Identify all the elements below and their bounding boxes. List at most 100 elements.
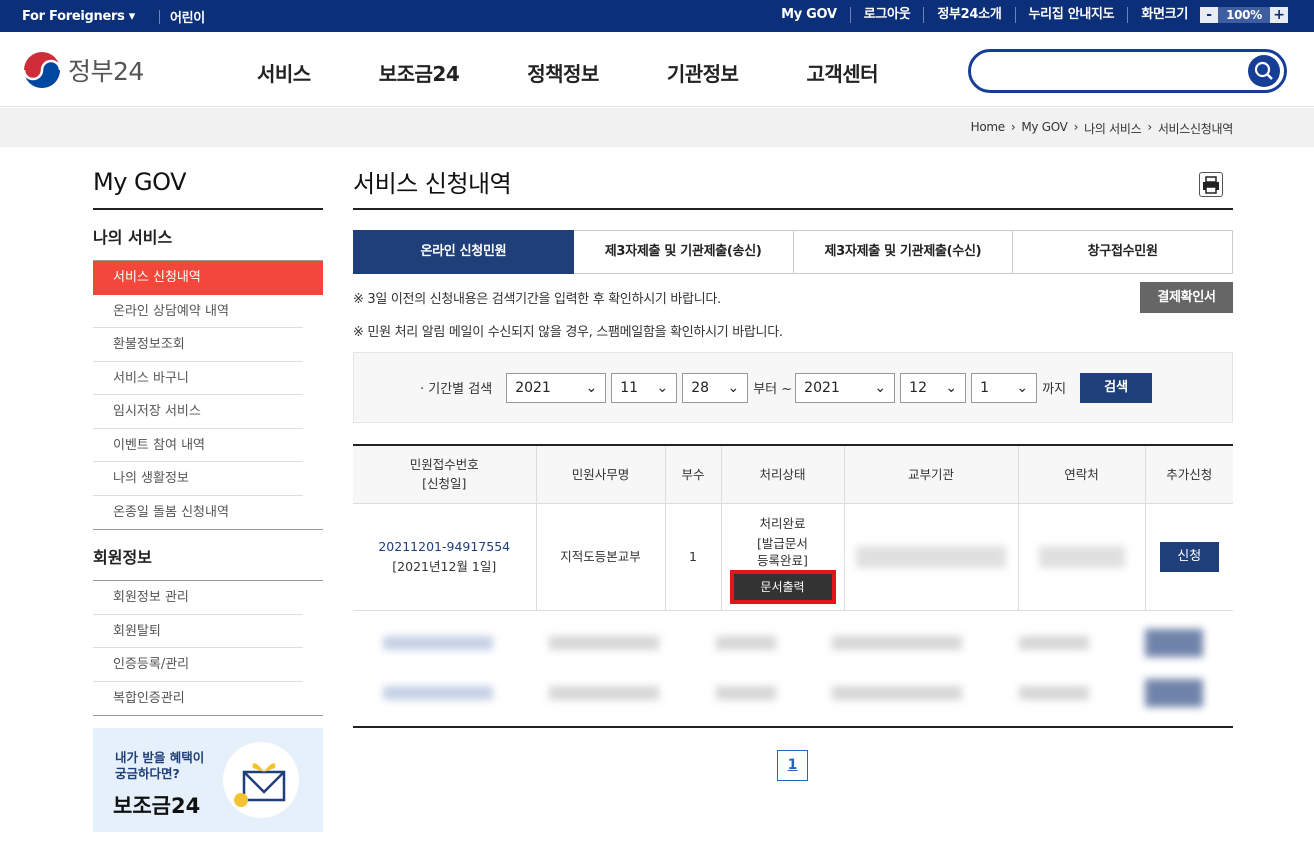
sitemap-link[interactable]: 누리집 안내지도 bbox=[1016, 7, 1129, 23]
page-title: 서비스 신청내역 bbox=[353, 164, 1233, 210]
side-item-draft[interactable]: 임시저장 서비스 bbox=[93, 395, 303, 429]
tab-third-receive[interactable]: 제3자제출 및 기관제출(수신) bbox=[793, 230, 1014, 274]
breadcrumb: Home › My GOV › 나의 서비스 › 서비스신청내역 bbox=[970, 120, 1234, 137]
chevron-down-icon: ⌄ bbox=[874, 379, 887, 396]
side-item-care[interactable]: 온종일 돌봄 신청내역 bbox=[93, 496, 303, 530]
from-year-select[interactable]: 2021 ⌄ bbox=[506, 372, 607, 403]
contact-cell bbox=[1017, 503, 1145, 611]
side-item-withdraw[interactable]: 회원탈퇴 bbox=[93, 615, 303, 648]
history-table: 민원접수번호 [신청일] 민원사무명 부수 처리상태 교부기관 연락처 추가신청… bbox=[353, 444, 1233, 728]
apply-cell: 신청 bbox=[1144, 503, 1233, 611]
chevron-down-icon: ⌄ bbox=[945, 379, 958, 396]
col-status: 처리상태 bbox=[720, 444, 844, 504]
table-row: 20211201-94917554 [2021년12월 1일] 지적도등본교부 … bbox=[353, 503, 1233, 611]
side-item-consult[interactable]: 온라인 상담예약 내역 bbox=[93, 295, 303, 328]
logout-link[interactable]: 로그아웃 bbox=[851, 7, 925, 23]
search-button[interactable] bbox=[1248, 55, 1280, 87]
side-group-member[interactable]: 회원정보 bbox=[93, 530, 323, 580]
tab-online[interactable]: 온라인 신청민원 bbox=[353, 230, 574, 274]
range-end-label: 까지 bbox=[1042, 382, 1067, 397]
logo[interactable]: 정부24 bbox=[22, 50, 144, 90]
col-contact: 연락처 bbox=[1017, 444, 1145, 504]
search-input[interactable] bbox=[968, 49, 1287, 93]
chevron-down-icon: ⌄ bbox=[727, 379, 740, 396]
nav-agency[interactable]: 기관정보 bbox=[667, 58, 739, 87]
apply-button[interactable]: 신청 bbox=[1159, 541, 1219, 572]
date-filter: · 기간별 검색 2021 ⌄ 11 ⌄ 28 ⌄ 부터 ~ 2021 ⌄ 12 ⌄ 1 ⌄… bbox=[353, 352, 1233, 423]
receipt-no-link[interactable]: 20211201-94917554 bbox=[353, 537, 536, 557]
kids-link[interactable]: 어린이 bbox=[170, 7, 205, 26]
banner-line2: 궁금하다면? bbox=[115, 766, 180, 781]
status-cell: 처리완료 [발급문서 등록완료] 문서출력 bbox=[720, 503, 844, 611]
status-detail2: 등록완료] bbox=[757, 552, 808, 568]
status-detail: [발급문서 bbox=[757, 535, 808, 551]
tab-counter[interactable]: 창구접수민원 bbox=[1013, 230, 1233, 274]
side-group-my-service[interactable]: 나의 서비스 bbox=[93, 210, 323, 260]
side-item-life[interactable]: 나의 생활정보 bbox=[93, 462, 303, 496]
col-issuer: 교부기관 bbox=[843, 444, 1018, 504]
breadcrumb-bar: Home › My GOV › 나의 서비스 › 서비스신청내역 bbox=[0, 108, 1314, 147]
from-day-select[interactable]: 28 ⌄ bbox=[682, 372, 749, 403]
side-item-service-history[interactable]: 서비스 신청내역 bbox=[93, 261, 323, 295]
divider bbox=[158, 9, 160, 24]
nav-policy[interactable]: 정책정보 bbox=[527, 58, 599, 87]
gift-icon bbox=[223, 742, 299, 818]
side-item-member-manage[interactable]: 회원정보 관리 bbox=[93, 581, 303, 615]
mygov-link[interactable]: My GOV bbox=[768, 7, 851, 23]
to-day-select[interactable]: 1 ⌄ bbox=[971, 372, 1038, 403]
blurred-rows bbox=[353, 610, 1233, 728]
crumb-current: 서비스신청내역 bbox=[1157, 122, 1233, 136]
to-month-select[interactable]: 12 ⌄ bbox=[900, 372, 967, 403]
side-item-event[interactable]: 이벤트 참여 내역 bbox=[93, 429, 303, 462]
status-text: 처리완료 bbox=[759, 515, 806, 531]
nav-subsidy[interactable]: 보조금24 bbox=[379, 58, 460, 87]
intro-link[interactable]: 정부24소개 bbox=[924, 7, 1016, 23]
side-item-refund[interactable]: 환불정보조회 bbox=[93, 328, 303, 362]
zoom-in-button[interactable]: + bbox=[1270, 7, 1288, 23]
header: 정부24 서비스 보조금24 정책정보 기관정보 고객센터 bbox=[0, 32, 1314, 107]
side-item-multi-cert[interactable]: 복합인증관리 bbox=[93, 682, 303, 716]
logo-text: 정부24 bbox=[68, 57, 144, 86]
crumb-myservice[interactable]: 나의 서비스 bbox=[1084, 120, 1142, 137]
nav-service[interactable]: 서비스 bbox=[257, 58, 311, 87]
nav-support[interactable]: 고객센터 bbox=[806, 58, 878, 87]
zoom-out-button[interactable]: - bbox=[1200, 7, 1218, 23]
subsidy-banner[interactable]: 내가 받을 혜택이 궁금하다면? 보조금24 bbox=[93, 728, 323, 832]
notice-1: ※ 3일 이전의 신청내용은 검색기간을 입력한 후 확인하시기 바랍니다. 결… bbox=[353, 282, 1233, 313]
side-nav: My GOV 나의 서비스 서비스 신청내역 온라인 상담예약 내역 환불정보조… bbox=[93, 168, 323, 716]
banner-title: 보조금24 bbox=[113, 794, 201, 818]
side-item-basket[interactable]: 서비스 바구니 bbox=[93, 362, 303, 395]
main-content: 서비스 신청내역 온라인 신청민원 제3자제출 및 기관제출(송신) 제3자제출… bbox=[353, 164, 1233, 781]
side-item-cert[interactable]: 인증등록/관리 bbox=[93, 648, 303, 682]
side-nav-title: My GOV bbox=[93, 168, 323, 210]
utility-bar: For Foreigners ▾ 어린이 My GOV 로그아웃 정부24소개 … bbox=[0, 0, 1314, 32]
zoom-value: 100% bbox=[1218, 7, 1270, 23]
foreigners-link[interactable]: For Foreigners ▾ bbox=[22, 9, 135, 24]
table-row bbox=[353, 610, 1233, 728]
to-year-select[interactable]: 2021 ⌄ bbox=[795, 372, 896, 403]
range-mid-label: 부터 ~ bbox=[753, 382, 793, 397]
service-name: 지적도등본교부 bbox=[535, 503, 665, 611]
taegeuk-logo-icon bbox=[22, 52, 62, 88]
main-nav: 서비스 보조금24 정책정보 기관정보 고객센터 bbox=[257, 58, 946, 87]
issuer-cell bbox=[843, 503, 1018, 611]
col-count: 부수 bbox=[664, 444, 721, 504]
crumb-mygov[interactable]: My GOV bbox=[1021, 120, 1068, 137]
table-header-row: 민원접수번호 [신청일] 민원사무명 부수 처리상태 교부기관 연락처 추가신청 bbox=[353, 444, 1233, 504]
screen-size-label: 화면크기 bbox=[1141, 7, 1188, 22]
count: 1 bbox=[664, 503, 721, 611]
page-1-link[interactable]: 1 bbox=[777, 750, 808, 781]
print-button[interactable] bbox=[1199, 172, 1223, 197]
from-month-select[interactable]: 11 ⌄ bbox=[611, 372, 678, 403]
crumb-home[interactable]: Home bbox=[971, 120, 1006, 137]
tab-third-send[interactable]: 제3자제출 및 기관제출(송신) bbox=[573, 230, 794, 274]
col-receipt-no: 민원접수번호 [신청일] bbox=[353, 444, 536, 504]
search-icon bbox=[1254, 61, 1273, 80]
filter-label: · 기간별 검색 bbox=[420, 382, 493, 397]
chevron-down-icon: ⌄ bbox=[656, 379, 669, 396]
search-submit-button[interactable]: 검색 bbox=[1080, 372, 1153, 403]
receipt-button[interactable]: 결제확인서 bbox=[1140, 282, 1233, 313]
receipt-cell: 20211201-94917554 [2021년12월 1일] bbox=[353, 503, 536, 611]
document-print-button[interactable]: 문서출력 bbox=[729, 569, 836, 604]
printer-icon bbox=[1203, 176, 1219, 194]
